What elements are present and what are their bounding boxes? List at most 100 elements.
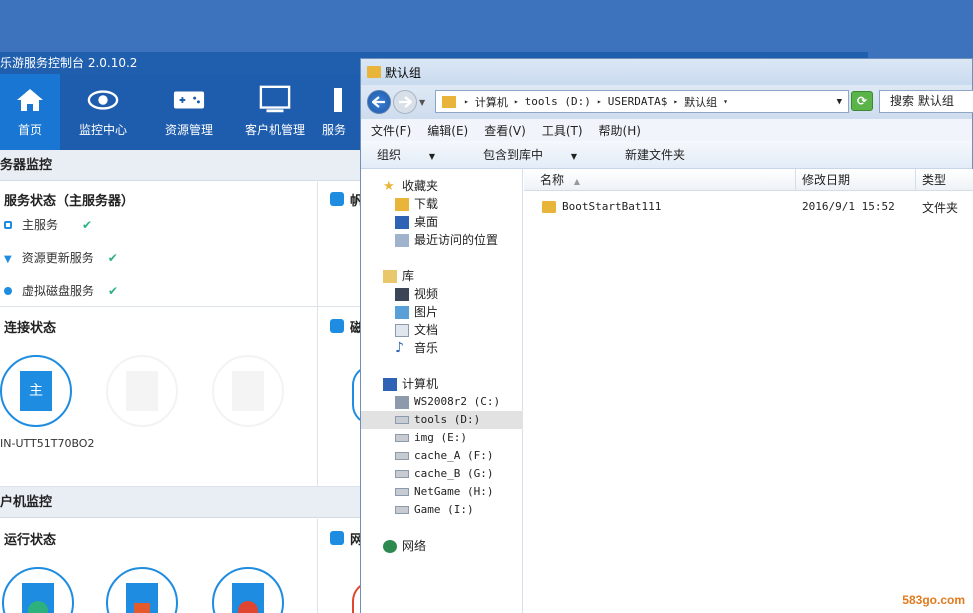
- download-folder-icon: [395, 197, 409, 211]
- organize-label: 组织: [377, 148, 402, 162]
- explorer-title: 默认组: [385, 65, 422, 80]
- new-folder-button[interactable]: 新建文件夹: [625, 146, 685, 163]
- node-placeholder-icon: [126, 371, 158, 411]
- address-field[interactable]: ▸ 计算机 ▸ tools (D:) ▸ USERDATA$ ▸ 默认组 ▾ ▼: [435, 90, 849, 113]
- server-node[interactable]: 主: [0, 355, 72, 427]
- nav-label: 服务: [322, 123, 347, 137]
- refresh-button[interactable]: ⟳: [851, 91, 873, 111]
- info-icon: [330, 192, 344, 206]
- chevron-right-icon: ▸: [464, 97, 469, 106]
- address-segment[interactable]: USERDATA$: [608, 95, 668, 108]
- nav-home[interactable]: 首页: [0, 74, 60, 150]
- service-status-panel: 服务状态（主服务器） 主服务 ✔ ▼ 资源更新服务 ✔ 虚拟磁盘服务 ✔: [0, 182, 318, 307]
- tree-label: WS2008r2 (C:): [414, 395, 501, 408]
- chevron-right-icon: ▸: [513, 97, 519, 106]
- tree-label: 音乐: [414, 341, 439, 355]
- network-icon: [383, 539, 397, 553]
- chevron-down-icon: ▼: [570, 152, 577, 161]
- tree-drive-h[interactable]: NetGame (H:): [361, 483, 523, 501]
- service-row-main: 主服务 ✔: [4, 216, 92, 233]
- tree-label: 下载: [414, 197, 439, 211]
- nav-resources[interactable]: 资源管理: [146, 74, 232, 150]
- explorer-address-bar: ▼ ▸ 计算机 ▸ tools (D:) ▸ USERDATA$ ▸ 默认组 ▾…: [361, 85, 973, 119]
- star-icon: ★: [383, 178, 395, 194]
- address-segment[interactable]: 计算机: [475, 94, 508, 110]
- system-drive-icon: [395, 395, 409, 409]
- sort-up-icon: ▲: [573, 177, 580, 186]
- address-segment[interactable]: tools (D:): [525, 95, 591, 108]
- refresh-icon: ⟳: [856, 94, 868, 108]
- run-status-title: 运行状态: [4, 533, 57, 548]
- arrow-down-icon: ▼: [4, 254, 12, 265]
- tree-label: tools (D:): [414, 413, 481, 426]
- library-icon: [383, 269, 397, 283]
- video-icon: [395, 287, 409, 301]
- tree-drive-i[interactable]: Game (I:): [361, 501, 523, 519]
- tree-label: 库: [402, 269, 415, 283]
- menu-help[interactable]: 帮助(H): [599, 122, 641, 139]
- service-row-vdisk: 虚拟磁盘服务 ✔: [4, 282, 118, 299]
- file-name: BootStartBat111: [562, 200, 662, 213]
- client-status-online[interactable]: [2, 567, 74, 613]
- folder-icon: [442, 95, 456, 108]
- service-status-title: 服务状态（主服务器）: [4, 194, 135, 209]
- tree-favorites[interactable]: ★ 收藏夹: [383, 177, 545, 195]
- tree-label: Game (I:): [414, 503, 474, 516]
- search-input[interactable]: 搜索 默认组: [879, 90, 973, 113]
- menu-view[interactable]: 查看(V): [484, 122, 526, 139]
- tree-drive-f[interactable]: cache_A (F:): [361, 447, 523, 465]
- tree-drive-d[interactable]: tools (D:): [361, 411, 523, 429]
- connection-panel: 连接状态 主 IN-UTT51T70BO2: [0, 307, 318, 487]
- back-button[interactable]: [367, 90, 391, 114]
- explorer-toolbar: 组织 ▼ 包含到库中 ▼ 新建文件夹: [361, 141, 972, 169]
- tree-computer[interactable]: 计算机: [383, 375, 545, 393]
- include-library-button[interactable]: 包含到库中 ▼: [483, 146, 601, 163]
- client-status-warning[interactable]: [106, 567, 178, 613]
- node-placeholder: [212, 355, 284, 427]
- info-icon: [330, 319, 344, 333]
- column-name[interactable]: 名称 ▲: [524, 169, 796, 191]
- chevron-right-icon: ▸: [596, 97, 602, 106]
- folder-icon: [367, 66, 381, 78]
- nav-monitor[interactable]: 监控中心: [60, 74, 146, 150]
- check-icon: ✔: [82, 218, 93, 232]
- disk-icon: [4, 287, 12, 295]
- forward-button[interactable]: [393, 90, 417, 114]
- file-type: 文件夹: [922, 201, 959, 215]
- address-segment[interactable]: 默认组: [684, 94, 717, 110]
- address-dropdown-icon[interactable]: ▼: [837, 97, 842, 107]
- nav-services[interactable]: 服务: [318, 74, 358, 150]
- tree-drive-c[interactable]: WS2008r2 (C:): [361, 393, 523, 411]
- organize-button[interactable]: 组织 ▼: [377, 146, 459, 163]
- tree-drive-e[interactable]: img (E:): [361, 429, 523, 447]
- column-type[interactable]: 类型: [916, 169, 973, 191]
- column-date[interactable]: 修改日期: [796, 169, 916, 191]
- server-icon: [322, 87, 354, 113]
- tree-drive-g[interactable]: cache_B (G:): [361, 465, 523, 483]
- history-dropdown-icon[interactable]: ▼: [419, 98, 425, 107]
- menu-tools[interactable]: 工具(T): [542, 122, 583, 139]
- right-panel-middle: 磁: [318, 307, 372, 487]
- nav-clients[interactable]: 客户机管理: [232, 74, 318, 150]
- info-icon: [330, 531, 344, 545]
- computer-icon: [383, 377, 397, 391]
- tree-library[interactable]: 库: [383, 267, 545, 285]
- server-node-icon: 主: [20, 371, 52, 411]
- node-placeholder: [106, 355, 178, 427]
- service-dot-icon: [4, 221, 12, 229]
- node-placeholder-icon: [232, 371, 264, 411]
- site-watermark: 583go.com: [902, 593, 965, 607]
- desktop-icon: [395, 215, 409, 229]
- menu-edit[interactable]: 编辑(E): [427, 122, 468, 139]
- drive-icon: [395, 452, 409, 460]
- service-row-update: ▼ 资源更新服务 ✔: [4, 249, 118, 266]
- nav-label: 首页: [17, 123, 42, 137]
- explorer-window: 默认组 ▼ ▸ 计算机 ▸ tools (D:) ▸ USERDATA$ ▸ 默…: [360, 58, 973, 613]
- file-row[interactable]: BootStartBat111 2016/9/1 15:52 文件夹: [524, 197, 973, 217]
- tree-network[interactable]: 网络: [383, 537, 545, 555]
- client-status-error[interactable]: [212, 567, 284, 613]
- drive-icon: [395, 470, 409, 478]
- menu-file[interactable]: 文件(F): [371, 122, 411, 139]
- client-monitor-header: 户机监控: [0, 487, 362, 518]
- nav-label: 监控中心: [78, 123, 127, 137]
